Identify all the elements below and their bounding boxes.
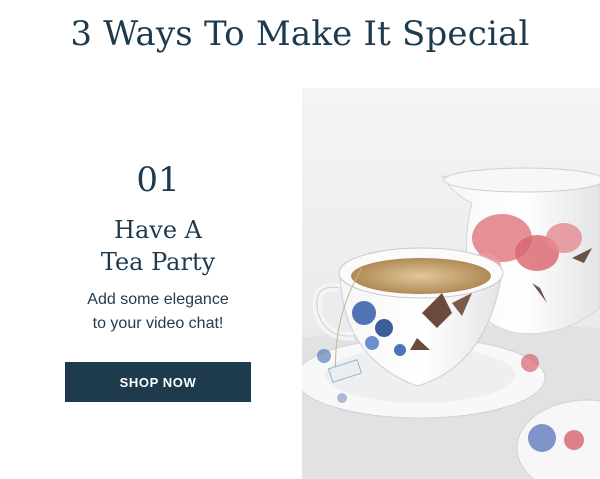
feature-description-line-2: to your video chat! bbox=[92, 315, 224, 332]
feature-title-line-2: Tea Party bbox=[100, 248, 216, 276]
feature-title-line-1: Have A bbox=[114, 216, 202, 244]
teacup-photo[interactable] bbox=[302, 88, 600, 479]
teacup-illustration bbox=[302, 88, 600, 479]
page-title: 3 Ways To Make It Special bbox=[70, 14, 530, 54]
feature-title: Have A Tea Party bbox=[60, 214, 256, 278]
email-promo-page: 3 Ways To Make It Special 01 Have A Tea … bbox=[0, 0, 600, 479]
feature-description-line-1: Add some elegance bbox=[87, 291, 229, 308]
feature-text-block: 01 Have A Tea Party Add some elegance to… bbox=[60, 160, 256, 336]
feature-number: 01 bbox=[136, 160, 180, 200]
shop-now-button[interactable]: SHOP NOW bbox=[65, 362, 251, 402]
feature-description: Add some elegance to your video chat! bbox=[60, 288, 256, 336]
